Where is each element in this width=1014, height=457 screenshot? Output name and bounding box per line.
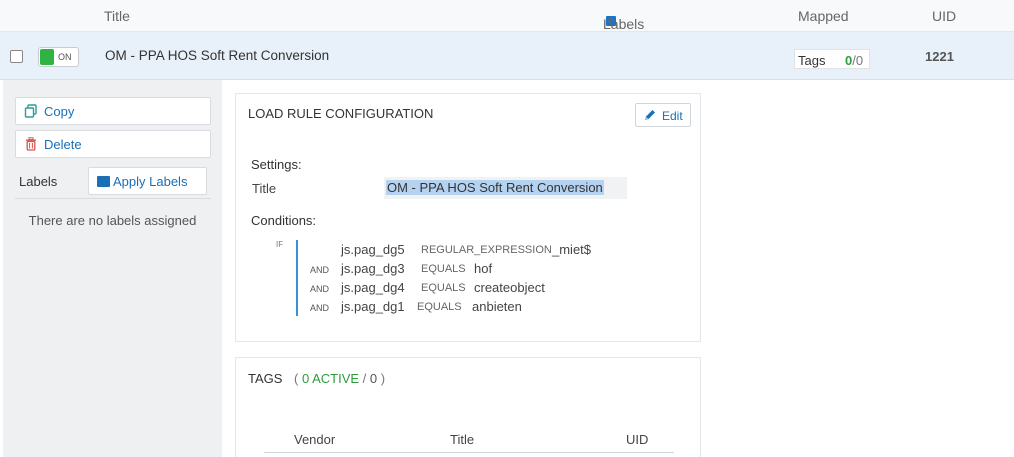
- plus-icon[interactable]: +: [606, 14, 616, 28]
- toggle-knob: [40, 49, 54, 65]
- tags-heading: TAGS: [248, 371, 283, 386]
- config-heading: LOAD RULE CONFIGURATION: [248, 106, 434, 121]
- delete-label: Delete: [44, 137, 82, 152]
- mapped-column-header[interactable]: Mapped: [798, 8, 849, 24]
- rule-title[interactable]: OM - PPA HOS Soft Rent Conversion: [105, 48, 329, 63]
- edit-button[interactable]: Edit: [635, 103, 691, 127]
- tags-active-summary: 0 ACTIVE: [301, 371, 360, 386]
- and-joiner: AND: [310, 303, 330, 313]
- apply-labels-label: Apply Labels: [113, 174, 188, 189]
- tags-summary: ( 0 ACTIVE / 0 ): [294, 371, 385, 386]
- title-setting-value[interactable]: OM - PPA HOS Soft Rent Conversion: [386, 180, 604, 195]
- uid-column-header[interactable]: UID: [932, 8, 956, 24]
- title-column-header[interactable]: Title: [450, 432, 474, 447]
- condition-value: _miet$: [552, 242, 592, 257]
- copy-button[interactable]: Copy: [15, 97, 211, 125]
- condition-operator: EQUALS: [421, 282, 466, 294]
- condition-operator: EQUALS: [421, 263, 466, 275]
- tags-total-summary: 0: [369, 371, 378, 386]
- condition-variable: js.pag_dg4: [341, 280, 405, 295]
- tags-summary-close: ): [380, 371, 386, 386]
- copy-label: Copy: [44, 104, 75, 119]
- condition-value: anbieten: [472, 299, 522, 314]
- table-header: Title Labels + Mapped UID: [0, 0, 1014, 32]
- mapped-tags-badge[interactable]: Tags 0/0: [794, 49, 870, 69]
- rule-uid: 1221: [925, 49, 954, 64]
- condition-value: createobject: [474, 280, 545, 295]
- condition-operator: EQUALS: [417, 301, 462, 313]
- vendor-column-header[interactable]: Vendor: [294, 432, 335, 447]
- condition-operator: REGULAR_EXPRESSION: [421, 244, 552, 256]
- tags-total-count: 0: [855, 53, 864, 68]
- uid-column-header[interactable]: UID: [626, 432, 648, 447]
- conditions-group-bar: [296, 240, 298, 316]
- condition-variable: js.pag_dg1: [341, 299, 405, 314]
- settings-heading: Settings:: [251, 157, 302, 172]
- condition-variable: js.pag_dg3: [341, 261, 405, 276]
- title-setting-label: Title: [252, 181, 277, 196]
- status-toggle[interactable]: ON: [38, 47, 79, 67]
- folder-icon: [97, 176, 110, 187]
- edit-label: Edit: [662, 109, 683, 123]
- tags-summary-slash: /: [362, 371, 367, 386]
- no-labels-message: There are no labels assigned: [28, 213, 197, 228]
- delete-button[interactable]: Delete: [15, 130, 211, 158]
- tags-badge-label: Tags: [798, 53, 826, 68]
- labels-heading: Labels: [19, 174, 58, 189]
- tags-badge-count: 0/0: [845, 53, 863, 68]
- load-rule-configuration-panel: LOAD RULE CONFIGURATION Edit Settings: T…: [235, 93, 701, 342]
- divider: [15, 198, 211, 199]
- rule-actions-panel: Copy Delete Labels Apply Labels There ar…: [3, 80, 222, 457]
- title-column-header[interactable]: Title: [104, 8, 130, 24]
- condition-value: hof: [474, 261, 493, 276]
- conditions-heading: Conditions:: [251, 213, 317, 228]
- tags-panel: TAGS ( 0 ACTIVE / 0 ) Vendor Title UID: [235, 357, 701, 457]
- toggle-label: ON: [58, 52, 72, 62]
- load-rule-row[interactable]: ON OM - PPA HOS Soft Rent Conversion Tag…: [0, 32, 1014, 80]
- row-checkbox[interactable]: [10, 50, 23, 63]
- and-joiner: AND: [310, 265, 330, 275]
- trash-icon: [26, 137, 36, 151]
- copy-icon: [24, 104, 37, 118]
- apply-labels-button[interactable]: Apply Labels: [88, 167, 207, 195]
- table-header-divider: [264, 452, 674, 453]
- if-label: IF: [276, 240, 284, 249]
- condition-variable: js.pag_dg5: [341, 242, 405, 257]
- tags-summary-open: (: [294, 371, 299, 386]
- pencil-icon: [645, 110, 655, 120]
- and-joiner: AND: [310, 284, 330, 294]
